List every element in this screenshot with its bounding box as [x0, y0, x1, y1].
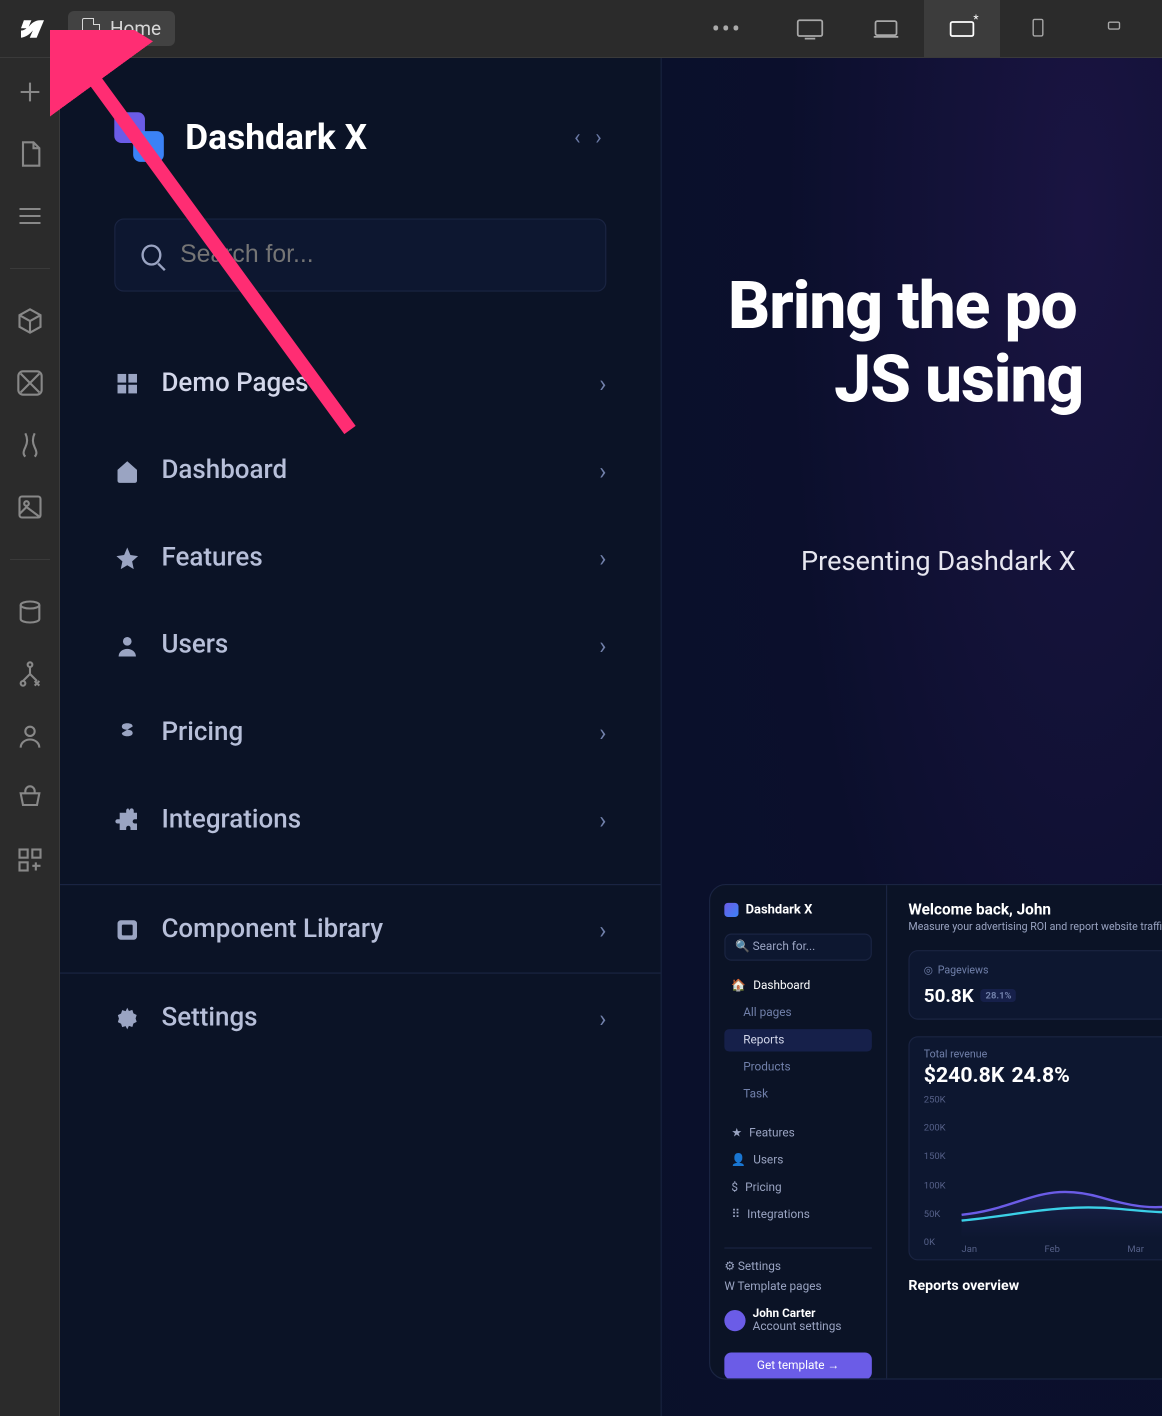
mini-nav-reports: Reports [724, 1029, 872, 1051]
canvas: Dashdark X ‹ › Demo Pages › Dashboard › … [60, 58, 1162, 1416]
nav-label: Integrations [161, 805, 578, 835]
assets-icon[interactable] [16, 493, 44, 521]
breakpoint-desktop-icon[interactable] [772, 0, 848, 57]
nav-label: Dashboard [161, 456, 578, 486]
nav-component-library[interactable]: Component Library › [60, 885, 661, 972]
chevron-right-icon: › [599, 456, 606, 484]
breakpoint-laptop-icon[interactable] [848, 0, 924, 57]
nav-features[interactable]: Features › [60, 513, 661, 600]
chevron-right-icon: › [599, 544, 606, 572]
page-icon [82, 18, 100, 40]
nav-dashboard[interactable]: Dashboard › [60, 426, 661, 513]
mini-brand: Dashdark X [724, 902, 872, 917]
nav-users[interactable]: Users › [60, 601, 661, 688]
mini-main: Welcome back, John Measure your advertis… [887, 885, 1162, 1378]
chevron-right-icon: › [599, 631, 606, 659]
apps-icon[interactable] [16, 846, 44, 874]
nav-list: Demo Pages › Dashboard › Features › User… [60, 339, 661, 863]
mini-desc: Measure your advertising ROI and report … [908, 922, 1162, 934]
components-icon[interactable] [16, 307, 44, 335]
mini-dashboard-mock: Dashdark X 🔍 Search for... 🏠 Dashboard A… [709, 884, 1162, 1380]
nav-settings[interactable]: Settings › [60, 974, 661, 1061]
nav-label: Features [161, 543, 578, 573]
variables-icon[interactable] [16, 369, 44, 397]
navigator-icon[interactable] [16, 202, 44, 230]
mini-nav-task: Task [724, 1083, 872, 1105]
chevron-right-icon: › [599, 1004, 606, 1032]
user-icon [114, 632, 140, 658]
gear-icon [114, 1005, 140, 1031]
collapse-toggle-icon[interactable]: ‹ › [574, 125, 606, 150]
mini-cta: Get template → [724, 1352, 872, 1379]
mini-chart: Total revenue $240.8K24.8% RevenueExpens… [908, 1036, 1162, 1260]
mini-welcome: Welcome back, John [908, 902, 1162, 920]
users-icon[interactable] [16, 722, 44, 750]
mini-nav-products: Products [724, 1056, 872, 1078]
reports-title: Reports overview [908, 1277, 1162, 1294]
webflow-logo-icon[interactable] [10, 15, 50, 43]
template-sidebar: Dashdark X ‹ › Demo Pages › Dashboard › … [60, 58, 662, 1416]
chevron-right-icon: › [599, 806, 606, 834]
ecommerce-icon[interactable] [16, 784, 44, 812]
nav-label: Component Library [161, 915, 578, 945]
dollar-icon [114, 719, 140, 745]
hero-headline: Bring the po JS using [728, 270, 1162, 415]
mini-nav-features: ★ Features [724, 1122, 872, 1144]
mini-search: 🔍 Search for... [724, 934, 872, 961]
webflow-left-rail [0, 58, 60, 1416]
brand-logo-icon [114, 112, 164, 162]
chevron-right-icon: › [599, 369, 606, 397]
mini-sidebar: Dashdark X 🔍 Search for... 🏠 Dashboard A… [710, 885, 887, 1378]
mini-nav-allpages: All pages [724, 1002, 872, 1024]
breakpoint-mobile-icon[interactable] [1076, 0, 1152, 57]
mini-foot-template: W Template pages [724, 1280, 872, 1293]
search-input[interactable] [180, 241, 579, 269]
nav-label: Pricing [161, 718, 578, 748]
nav-label: Users [161, 630, 578, 660]
star-icon [114, 545, 140, 571]
mini-nav-integrations: ⠿ Integrations [724, 1204, 872, 1226]
mini-foot-settings: ⚙ Settings [724, 1260, 872, 1273]
grid-icon [114, 370, 140, 396]
chevron-right-icon: › [599, 718, 606, 746]
pages-icon[interactable] [16, 140, 44, 168]
search-icon [141, 244, 161, 265]
preview-hero: Bring the po JS using Presenting Dashdar… [662, 58, 1162, 1416]
more-menu-icon[interactable]: ••• [712, 15, 742, 43]
brand-row: Dashdark X ‹ › [60, 112, 661, 197]
nav-demo-pages[interactable]: Demo Pages › [60, 339, 661, 426]
home-icon [114, 457, 140, 483]
mini-nav-pricing: $ Pricing [724, 1177, 872, 1199]
current-page-pill[interactable]: Home [68, 11, 175, 46]
breakpoint-group: * [772, 0, 1152, 57]
brand-title: Dashdark X [185, 116, 367, 157]
cms-icon[interactable] [16, 598, 44, 626]
library-icon [114, 916, 140, 942]
add-element-icon[interactable] [16, 78, 44, 106]
nav-label: Settings [161, 1003, 578, 1033]
mini-nav-users: 👤 Users [724, 1150, 872, 1172]
mini-card-pageviews: ◎Pageviews⋯ 50.8K28.1% [908, 950, 1162, 1020]
search-input-wrap[interactable] [114, 218, 606, 291]
current-page-label: Home [110, 17, 161, 40]
eye-icon: ◎ [924, 965, 933, 977]
nav-integrations[interactable]: Integrations › [60, 775, 661, 862]
nav-label: Demo Pages [161, 368, 578, 398]
breakpoint-tablet-portrait-icon[interactable] [1000, 0, 1076, 57]
breakpoint-tablet-landscape-icon[interactable]: * [924, 0, 1000, 57]
webflow-topbar: Home ••• * [0, 0, 1162, 58]
mini-user: John CarterAccount settings [724, 1308, 872, 1334]
mini-nav-dashboard: 🏠 Dashboard [724, 975, 872, 997]
styleguide-icon[interactable] [16, 431, 44, 459]
logic-icon[interactable] [16, 660, 44, 688]
chevron-right-icon: › [599, 915, 606, 943]
hero-subline: Presenting Dashdark X [801, 546, 1162, 578]
nav-pricing[interactable]: Pricing › [60, 688, 661, 775]
puzzle-icon [114, 807, 140, 833]
mini-logo-icon [724, 902, 738, 916]
avatar-icon [724, 1310, 745, 1331]
